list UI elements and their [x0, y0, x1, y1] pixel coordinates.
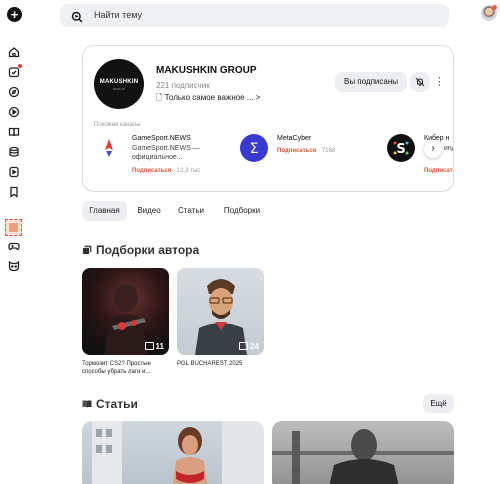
articles-title-text: Статьи: [96, 397, 138, 411]
explore-icon[interactable]: [8, 86, 20, 98]
chevron-right-icon[interactable]: ›: [424, 140, 442, 158]
similar-channel-meta: Подписаться · 12,3 тыс: [132, 168, 200, 174]
collection-caption[interactable]: Тормозит CS2? Простые способы убрать лаг…: [82, 360, 172, 376]
tab-articles[interactable]: Статьи: [171, 201, 211, 221]
tab-collections[interactable]: Подборки: [217, 201, 267, 221]
collections-section-title: Подборки автора: [82, 243, 199, 257]
avatar[interactable]: [481, 5, 497, 21]
notification-dot: [18, 64, 22, 68]
app-logo-icon[interactable]: +: [7, 7, 22, 22]
video-icon[interactable]: [8, 106, 20, 118]
channel-subscribers: 221 подписчик: [156, 81, 210, 90]
similar-channel-meta: Подписаться · 7168: [277, 148, 335, 154]
channel-card: MAKUSHKIN GROUP MAKUSHKIN GROUP 221 подп…: [82, 45, 454, 192]
notifications-off-button[interactable]: [410, 72, 430, 92]
similar-channels-label: Похожие каналы: [94, 122, 141, 128]
left-rail: +: [0, 0, 30, 484]
collection-card[interactable]: 11: [82, 268, 169, 355]
svg-text:S: S: [396, 142, 405, 157]
collection-count: 24: [239, 342, 259, 351]
collections-icon: [82, 245, 92, 255]
channel-name[interactable]: MAKUSHKIN GROUP: [156, 65, 257, 76]
home-icon[interactable]: [8, 46, 20, 58]
similar-channel-card[interactable]: S Кибер н Всё о индустр Подписат: [387, 134, 453, 176]
database-icon[interactable]: [8, 146, 20, 158]
similar-subscribe-button[interactable]: Подписат: [424, 168, 453, 174]
similar-channel-card[interactable]: Σ MetaCyber Подписаться · 7168: [240, 134, 380, 176]
channel-logo-text: MAKUSHKIN: [99, 79, 139, 85]
similar-channel-count: · 12,3 тыс: [173, 168, 201, 174]
gamepad-icon[interactable]: [8, 240, 20, 252]
bell-off-icon: [415, 77, 425, 87]
article-card[interactable]: [272, 421, 454, 484]
notification-badge: [492, 5, 497, 10]
promo-icon[interactable]: [5, 219, 22, 236]
tab-main[interactable]: Главная: [82, 201, 127, 221]
channel-description[interactable]: 🗋 Только самое важное ... >: [156, 92, 260, 106]
s-logo-icon: S: [387, 134, 415, 162]
similar-channel-desc: GameSport.NEWS — официальное...: [132, 145, 200, 161]
subscribed-button[interactable]: Вы подписаны: [335, 72, 407, 92]
sigma-icon: Σ: [240, 134, 268, 162]
collections-title-text: Подборки автора: [96, 243, 200, 257]
channel-logo[interactable]: MAKUSHKIN GROUP: [94, 59, 144, 109]
channel-logo-subtext: GROUP: [112, 87, 125, 91]
similar-channel-card[interactable]: GameSport.NEWS GameSport.NEWS — официаль…: [95, 134, 235, 176]
similar-subscribe-button[interactable]: Подписаться: [277, 148, 316, 154]
shorts-icon[interactable]: [8, 166, 20, 178]
search-icon: [71, 10, 83, 23]
similar-channel-name: MetaCyber: [277, 135, 312, 142]
article-image: [92, 421, 264, 484]
similar-channel-meta: Подписат: [424, 168, 453, 174]
search-bar[interactable]: Найти тему: [60, 4, 449, 27]
articles-section-title: Статьи: [82, 397, 138, 411]
collection-count: 11: [145, 342, 164, 351]
similar-subscribe-button[interactable]: Подписаться: [132, 168, 171, 174]
article-card[interactable]: [82, 421, 264, 484]
similar-channel-name: GameSport.NEWS: [132, 135, 191, 142]
articles-section-icon: [82, 399, 92, 409]
articles-icon[interactable]: [8, 126, 20, 138]
svg-text:Σ: Σ: [250, 141, 259, 157]
mask-icon[interactable]: [8, 260, 20, 272]
article-image: [272, 429, 454, 484]
more-options-button[interactable]: ⋮: [434, 73, 445, 91]
bookmark-icon[interactable]: [8, 186, 20, 198]
more-articles-button[interactable]: Ещё: [423, 394, 454, 413]
rocket-icon: [95, 134, 123, 162]
similar-channel-count: · 7168: [318, 148, 336, 154]
search-input[interactable]: Найти тему: [94, 10, 142, 20]
subscriptions-icon[interactable]: [8, 64, 22, 78]
collection-caption[interactable]: PGL BUCHAREST 2025: [177, 360, 267, 368]
tab-video[interactable]: Видео: [131, 201, 167, 221]
collection-card[interactable]: 24: [177, 268, 264, 355]
